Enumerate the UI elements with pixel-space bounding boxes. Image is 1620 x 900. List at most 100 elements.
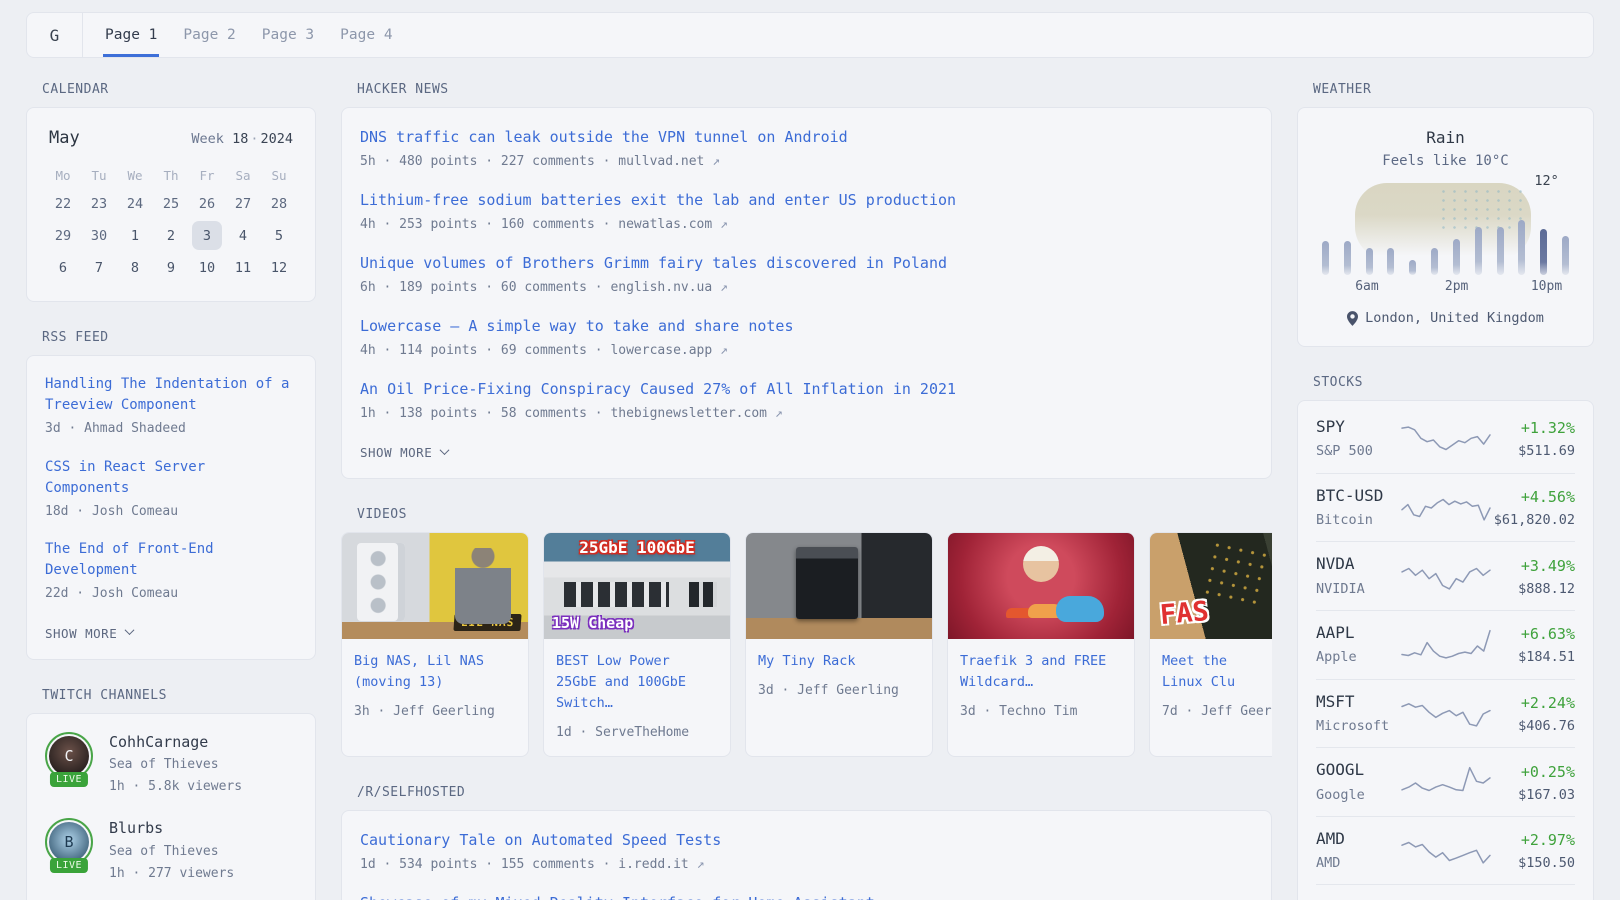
hackernews-item-title[interactable]: An Oil Price-Fixing Conspiracy Caused 27…	[360, 378, 956, 401]
stock-info: SPYS&P 500	[1316, 416, 1400, 462]
stocks-section: STOCKS SPYS&P 500+1.32%$511.69BTC-USDBit…	[1297, 375, 1594, 900]
stock-change: +4.56%	[1492, 487, 1576, 508]
video-thumbnail[interactable]: 25GbE 100GbE15W Cheap	[544, 533, 730, 639]
video-title[interactable]: Meet the Linux Clu	[1162, 651, 1272, 693]
video-card: 25GbE 100GbE15W Cheap BEST Low Power 25Gb…	[543, 532, 731, 757]
rss-item: Handling The Indentation of a Treeview C…	[45, 374, 297, 439]
live-badge: LIVE	[50, 858, 88, 873]
weather-bar	[1475, 227, 1482, 275]
stocks-list: SPYS&P 500+1.32%$511.69BTC-USDBitcoin+4.…	[1316, 405, 1575, 900]
stock-row[interactable]: NVDANVIDIA+3.49%$888.12	[1316, 541, 1575, 610]
rss-show-more-button[interactable]: SHOW MORE	[45, 622, 297, 641]
external-link-icon: ↗	[720, 280, 728, 295]
weather-time-label: 10pm	[1531, 279, 1562, 294]
stock-row[interactable]: SPYS&P 500+1.32%$511.69	[1316, 405, 1575, 473]
external-link-icon: ↗	[712, 154, 720, 169]
stock-row[interactable]: AMDAMD+2.97%$150.50	[1316, 816, 1575, 885]
tab-page-2[interactable]: Page 2	[181, 13, 237, 57]
stock-change: +3.49%	[1492, 556, 1576, 577]
app-logo[interactable]: G	[27, 13, 83, 57]
video-thumbnail[interactable]: FAS	[1150, 533, 1272, 639]
twitch-list: CLIVECohhCarnageSea of Thieves1h · 5.8k …	[45, 732, 297, 900]
stock-change-price: +4.56%$61,820.02	[1492, 487, 1576, 528]
video-meta: 3h · Jeff Geerling	[354, 702, 516, 722]
external-link-icon: ↗	[697, 857, 705, 872]
stock-row[interactable]: BTC-USDBitcoin+4.56%$61,820.02	[1316, 473, 1575, 542]
stock-name: Google	[1316, 785, 1400, 805]
reddit-item-title[interactable]: Cautionary Tale on Automated Speed Tests	[360, 829, 721, 852]
video-meta: 3d · Jeff Geerling	[758, 681, 920, 701]
videos-row: LIL NAS Big NAS, Lil NAS (moving 13) 3h · …	[341, 532, 1272, 757]
calendar-widget: May Week 18·2024 MoTuWeThFrSaSu 22232425…	[26, 107, 316, 302]
stock-change: +0.25%	[1492, 762, 1576, 783]
calendar-day: 25	[153, 188, 189, 219]
reddit-item: Cautionary Tale on Automated Speed Tests…	[360, 829, 1253, 874]
tab-page-4[interactable]: Page 4	[338, 13, 394, 57]
rss-feed-widget: Handling The Indentation of a Treeview C…	[26, 355, 316, 660]
twitch-channel-name[interactable]: CohhCarnage	[109, 732, 242, 754]
sparkline-chart	[1400, 693, 1492, 733]
calendar-day: 23	[81, 188, 117, 219]
stock-info: GOOGL Google	[1316, 759, 1400, 805]
hackernews-item: Lithium-free sodium batteries exit the l…	[360, 189, 1253, 234]
stock-name: Apple	[1316, 647, 1400, 667]
hackernews-item: Lowercase – A simple way to take and sha…	[360, 315, 1253, 360]
calendar-day: 24	[117, 188, 153, 219]
calendar-day: 7	[81, 252, 117, 283]
stock-symbol: AMD	[1316, 828, 1400, 850]
weather-section: WEATHER Rain Feels like 10°C 12° 6am2pm1…	[1297, 82, 1594, 347]
hackernews-item-title[interactable]: Unique volumes of Brothers Grimm fairy t…	[360, 252, 947, 275]
video-thumbnail[interactable]	[948, 533, 1134, 639]
stock-sparkline	[1400, 896, 1492, 900]
stock-symbol: GOOGL	[1316, 759, 1400, 781]
video-title[interactable]: Big NAS, Lil NAS (moving 13)	[354, 651, 516, 693]
hackernews-show-more-button[interactable]: SHOW MORE	[360, 441, 1253, 460]
video-title[interactable]: Traefik 3 and FREE Wildcard…	[960, 651, 1122, 693]
weather-bar	[1518, 220, 1525, 275]
video-title[interactable]: My Tiny Rack	[758, 651, 920, 672]
stock-info: NVDANVIDIA	[1316, 553, 1400, 599]
rss-item-title[interactable]: The End of Front-End Development	[45, 539, 297, 581]
stock-row[interactable]: MSFTMicrosoft+2.24%$406.76	[1316, 679, 1575, 748]
rss-item-title[interactable]: Handling The Indentation of a Treeview C…	[45, 374, 297, 416]
twitch-channel-row[interactable]: CLIVECohhCarnageSea of Thieves1h · 5.8k …	[45, 732, 297, 797]
twitch-channel-game: Sea of Thieves	[109, 842, 234, 862]
video-meta: 7d · Jeff Geerling	[1162, 702, 1272, 722]
stock-name: Microsoft	[1316, 716, 1400, 736]
reddit-section: /R/SELFHOSTED Cautionary Tale on Automat…	[341, 785, 1272, 900]
stocks-widget: SPYS&P 500+1.32%$511.69BTC-USDBitcoin+4.…	[1297, 400, 1594, 900]
tab-page-1[interactable]: Page 1	[103, 13, 159, 57]
stock-row[interactable]: GOOGLGoogle+0.25%$167.03	[1316, 747, 1575, 816]
hackernews-section: HACKER NEWS DNS traffic can leak outside…	[341, 82, 1272, 479]
sparkline-chart	[1400, 487, 1492, 527]
hackernews-item-title[interactable]: DNS traffic can leak outside the VPN tun…	[360, 126, 848, 149]
thumbnail-text: LIL NAS	[453, 614, 522, 631]
weather-chart: 12°	[1322, 191, 1569, 275]
section-label-twitch: TWITCH CHANNELS	[42, 688, 316, 703]
section-label-weather: WEATHER	[1313, 82, 1594, 97]
reddit-item-title[interactable]: Showcase of my Mixed Reality Interface f…	[360, 892, 875, 900]
twitch-channel-name[interactable]: Blurbs	[109, 818, 234, 840]
stock-row[interactable]: RDDT-1.59%	[1316, 884, 1575, 900]
tab-page-3[interactable]: Page 3	[260, 13, 316, 57]
hackernews-item-title[interactable]: Lithium-free sodium batteries exit the l…	[360, 189, 956, 212]
video-title[interactable]: BEST Low Power 25GbE and 100GbE Switch…	[556, 651, 718, 714]
stock-row[interactable]: AAPLApple+6.63%$184.51	[1316, 610, 1575, 679]
hackernews-widget: DNS traffic can leak outside the VPN tun…	[341, 107, 1272, 479]
calendar-day: 10	[189, 252, 225, 283]
hackernews-list: DNS traffic can leak outside the VPN tun…	[360, 126, 1253, 460]
stock-change-price: +2.24%$406.76	[1492, 693, 1576, 734]
weather-condition: Rain	[1316, 126, 1575, 147]
stock-sparkline	[1400, 556, 1492, 596]
calendar-day: 2	[153, 220, 189, 251]
stock-sparkline	[1400, 419, 1492, 459]
section-label-stocks: STOCKS	[1313, 375, 1594, 390]
video-thumbnail[interactable]	[746, 533, 932, 639]
twitch-channel-row[interactable]: BLIVEBlurbsSea of Thieves1h · 277 viewer…	[45, 818, 297, 883]
rss-item-title[interactable]: CSS in React Server Components	[45, 457, 297, 499]
stock-sparkline	[1400, 762, 1492, 802]
thumbnail-text: 25GbE 100GbE	[544, 538, 730, 557]
live-badge: LIVE	[50, 772, 88, 787]
hackernews-item-title[interactable]: Lowercase – A simple way to take and sha…	[360, 315, 793, 338]
video-thumbnail[interactable]: LIL NAS	[342, 533, 528, 639]
